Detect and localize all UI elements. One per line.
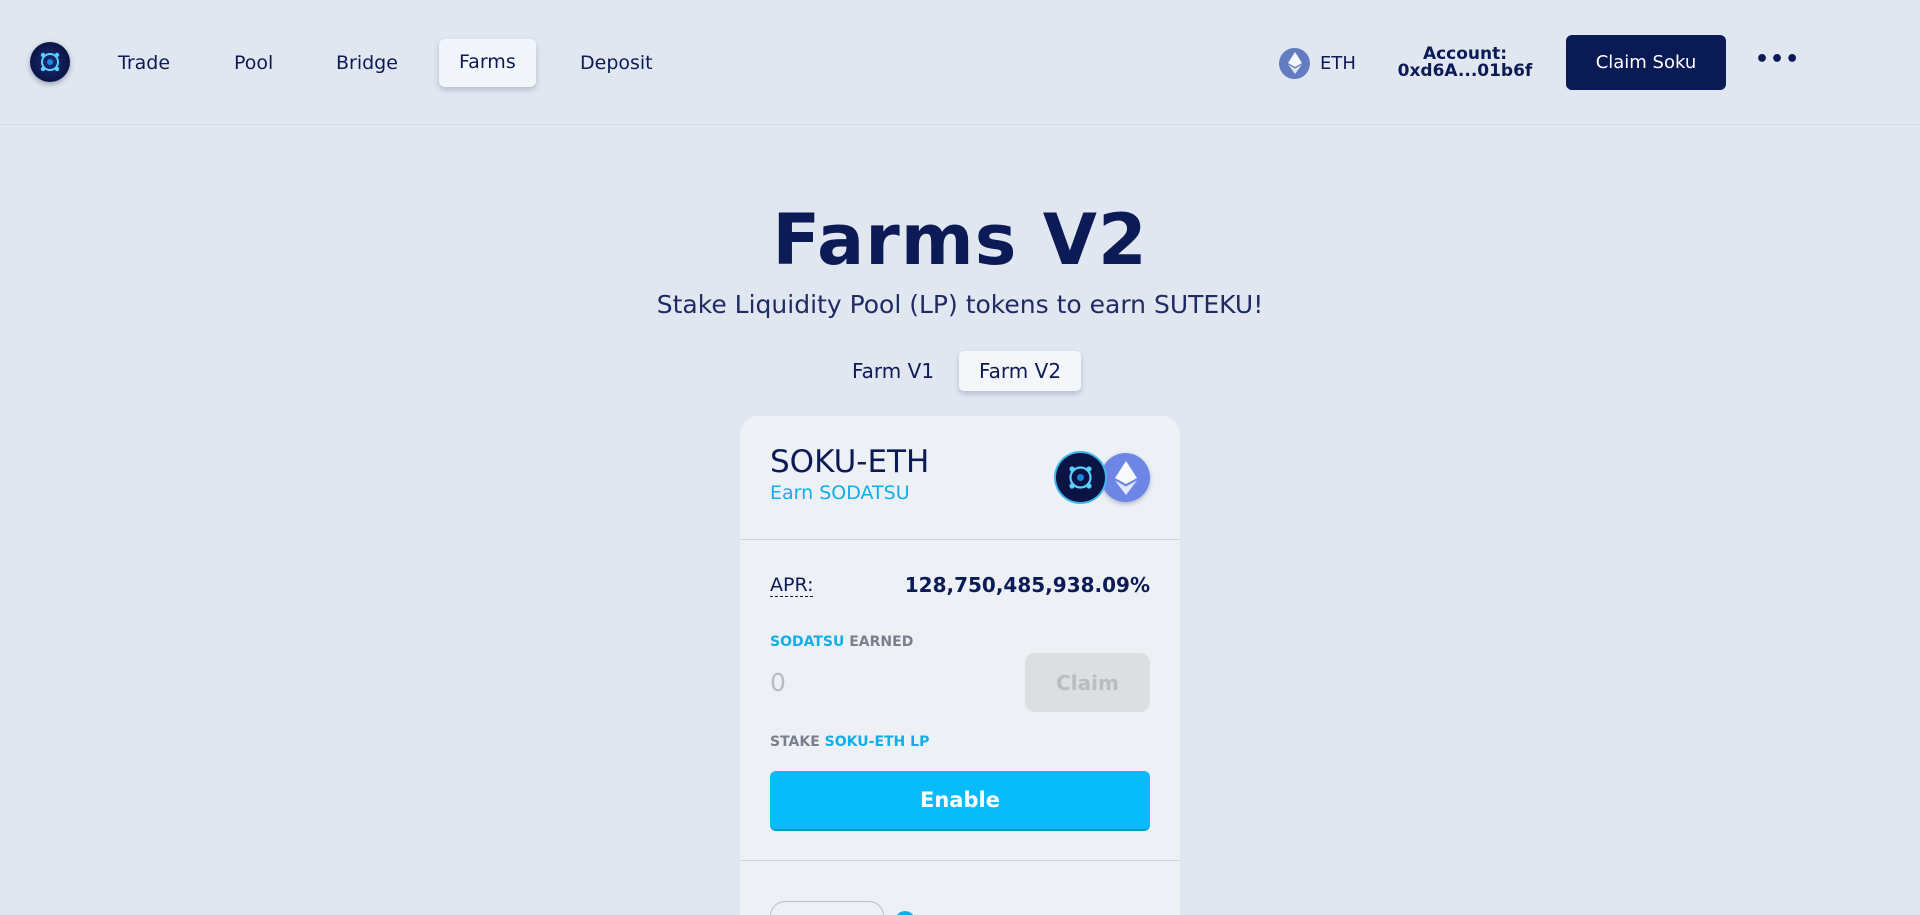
farm-card: SOKU-ETH Earn SODATSU APR: 128,750,485,9… [740,416,1180,915]
card-divider [740,860,1180,861]
page-title: Farms V2 [772,199,1148,281]
tab-farm-v1[interactable]: Farm V1 [832,351,954,391]
farm-version-tabs: Farm V1 Farm V2 [832,351,1088,391]
farm-card-header: SOKU-ETH Earn SODATSU [740,416,1180,540]
stake-token: SOKU-ETH LP [824,734,930,750]
stake-word: STAKE [770,734,820,750]
soku-logo-icon[interactable] [30,42,70,82]
enable-button[interactable]: Enable [770,771,1150,831]
nav-bridge[interactable]: Bridge [316,44,418,86]
nav-deposit[interactable]: Deposit [560,44,673,86]
network-name: ETH [1320,52,1356,74]
account-display[interactable]: Account: 0xd6A...01b6f [1395,46,1535,80]
farm-earn-label: Earn SODATSU [770,482,910,504]
info-dot-icon [895,911,915,915]
nav-farms[interactable]: Farms [439,39,536,87]
details-toggle[interactable] [770,901,884,915]
apr-label[interactable]: APR: [770,574,814,597]
earned-label: SODATSU EARNED [770,634,913,650]
navbar: Trade Pool Bridge Farms Deposit ETH Acco… [0,0,1920,125]
farm-pair-name: SOKU-ETH [770,444,930,480]
eth-token-icon [1101,453,1150,502]
more-dots-icon[interactable]: ••• [1755,49,1800,71]
network-selector[interactable]: ETH [1279,47,1356,79]
claim-soku-button[interactable]: Claim Soku [1566,35,1726,90]
nav-pool[interactable]: Pool [214,44,293,86]
soku-token-icon [1056,453,1105,502]
account-address: 0xd6A...01b6f [1397,61,1533,81]
ethereum-icon [1279,47,1310,79]
apr-value: 128,750,485,938.09% [904,573,1150,597]
nav-trade[interactable]: Trade [98,44,190,86]
tab-farm-v2[interactable]: Farm V2 [959,351,1082,391]
earned-token: SODATSU [770,634,845,650]
stake-label: STAKE SOKU-ETH LP [770,734,929,750]
page-subtitle: Stake Liquidity Pool (LP) tokens to earn… [656,290,1264,319]
earned-value: 0 [770,668,786,697]
earned-word: EARNED [849,634,914,650]
claim-rewards-button[interactable]: Claim [1025,653,1150,712]
